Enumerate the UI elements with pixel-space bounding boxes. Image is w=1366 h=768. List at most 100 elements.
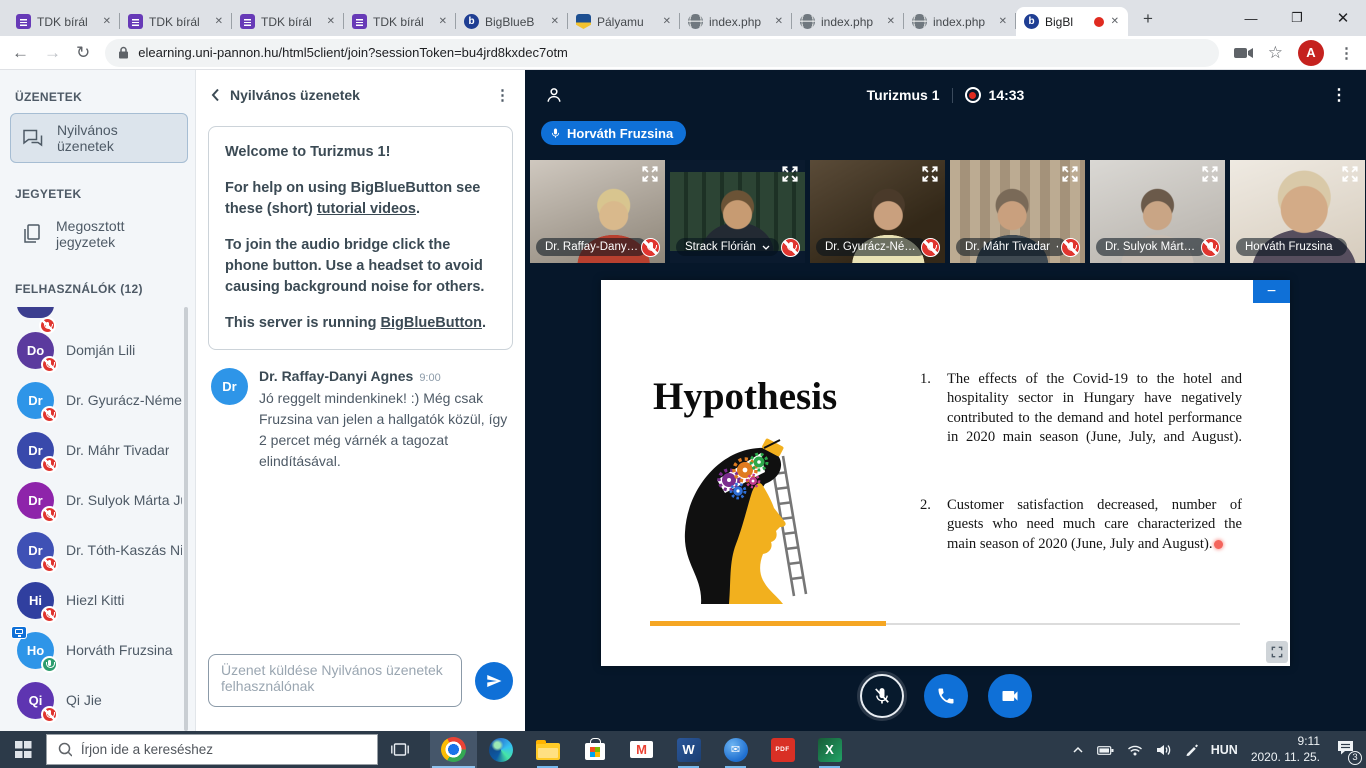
browser-tab[interactable]: index.php ✕: [904, 7, 1016, 36]
user-list-item[interactable]: Dr Dr. Máhr Tivadar: [10, 425, 188, 475]
taskbar-thunderbird-icon[interactable]: [712, 731, 759, 768]
taskbar-pdf-icon[interactable]: [759, 731, 806, 768]
language-indicator[interactable]: HUN: [1211, 743, 1238, 757]
tab-close-icon[interactable]: ✕: [886, 16, 896, 27]
tab-close-icon[interactable]: ✕: [774, 16, 784, 27]
clock[interactable]: 9:11 2020. 11. 25.: [1251, 734, 1320, 765]
pen-icon[interactable]: [1185, 743, 1198, 756]
media-camera-icon[interactable]: [1234, 47, 1253, 59]
video-name-label[interactable]: Dr. Gyurácz-Né…: [816, 238, 927, 256]
browser-tab[interactable]: TDK bírál ✕: [8, 7, 120, 36]
tab-close-icon[interactable]: ✕: [998, 16, 1008, 27]
bookmark-star-icon[interactable]: ☆: [1268, 44, 1283, 61]
browser-menu-icon[interactable]: ⋮: [1339, 44, 1354, 62]
taskbar-chrome-icon[interactable]: [430, 731, 477, 768]
bigbluebutton-link[interactable]: BigBlueButton: [381, 315, 482, 331]
tab-close-icon[interactable]: ✕: [438, 16, 448, 27]
tab-close-icon[interactable]: ✕: [102, 16, 112, 27]
video-fullscreen-icon[interactable]: [1340, 164, 1360, 184]
user-list-item[interactable]: Dr Dr. Tóth-Kaszás Nik…: [10, 525, 188, 575]
user-list-item-partial[interactable]: [17, 307, 188, 325]
presentation-fullscreen-button[interactable]: [1266, 641, 1288, 663]
user-rows: Do Domján Lili Dr: [10, 325, 188, 731]
taskbar-search[interactable]: [46, 734, 378, 765]
taskbar-excel-icon[interactable]: [806, 731, 853, 768]
sidebar-item-shared-notes[interactable]: Megosztott jegyzetek: [10, 210, 188, 258]
public-chat-panel: Nyilvános üzenetek ⋮ Welcome to Turizmus…: [195, 70, 525, 731]
video-fullscreen-icon[interactable]: [640, 164, 660, 184]
taskbar-search-input[interactable]: [81, 742, 366, 757]
task-view-button[interactable]: [378, 731, 422, 768]
send-button[interactable]: [475, 662, 513, 700]
user-list-item[interactable]: Hi Hiezl Kitti: [10, 575, 188, 625]
lock-icon: [118, 46, 129, 59]
tab-title: TDK bírál: [37, 15, 96, 29]
tab-favicon-icon: [352, 14, 367, 29]
video-fullscreen-icon[interactable]: [920, 164, 940, 184]
window-minimize-button[interactable]: —: [1228, 0, 1274, 36]
minimize-presentation-button[interactable]: −: [1253, 280, 1290, 303]
browser-tab[interactable]: BigBlueB ✕: [456, 7, 568, 36]
wifi-icon[interactable]: [1127, 744, 1143, 756]
video-name-label[interactable]: Dr. Raffay-Dany…: [536, 238, 647, 256]
browser-tab[interactable]: TDK bírál ✕: [232, 7, 344, 36]
refresh-icon[interactable]: ↻: [76, 44, 90, 61]
user-avatar-initials: Dr: [28, 543, 42, 558]
tab-close-icon[interactable]: ✕: [214, 16, 224, 27]
omnibox[interactable]: elearning.uni-pannon.hu/html5client/join…: [105, 39, 1219, 67]
window-maximize-button[interactable]: ❐: [1274, 0, 1320, 36]
chat-menu-icon[interactable]: ⋮: [495, 86, 510, 104]
tab-title: BigBlueB: [485, 15, 544, 29]
user-list-item[interactable]: Dr Dr. Gyurácz-Német…: [10, 375, 188, 425]
video-name-label[interactable]: Dr. Sulyok Márt…: [1096, 238, 1207, 256]
tutorial-videos-link[interactable]: tutorial videos: [317, 201, 416, 217]
user-list-item[interactable]: Ho Horváth Fruzsina: [10, 625, 188, 675]
window-close-button[interactable]: ✕: [1320, 0, 1366, 36]
tray-chevron-up-icon[interactable]: [1072, 746, 1084, 754]
video-fullscreen-icon[interactable]: [780, 164, 800, 184]
mute-button[interactable]: [860, 674, 904, 718]
user-list-item[interactable]: Dr Dr. Sulyok Márta Ju…: [10, 475, 188, 525]
back-icon[interactable]: ←: [12, 44, 29, 61]
stage-menu-icon[interactable]: ⋮: [1331, 85, 1347, 105]
browser-tab[interactable]: TDK bírál ✕: [344, 7, 456, 36]
sidebar-item-public-chat[interactable]: Nyilvános üzenetek: [10, 113, 188, 163]
message-input[interactable]: [208, 654, 462, 707]
taskbar-file-explorer-icon[interactable]: [524, 731, 571, 768]
video-name-label[interactable]: Strack Flórián: [676, 238, 779, 256]
video-name-label[interactable]: Dr. Máhr Tivadar: [956, 238, 1067, 256]
start-button[interactable]: [0, 731, 46, 768]
taskbar-word-icon[interactable]: [665, 731, 712, 768]
profile-avatar[interactable]: A: [1298, 40, 1324, 66]
tab-favicon-icon: [688, 14, 703, 29]
forward-icon[interactable]: →: [44, 44, 61, 61]
notification-center-icon[interactable]: 3: [1337, 740, 1354, 760]
volume-icon[interactable]: [1156, 744, 1172, 756]
user-list-item[interactable]: Do Domján Lili: [10, 325, 188, 375]
browser-tab[interactable]: index.php ✕: [680, 7, 792, 36]
battery-icon[interactable]: [1097, 744, 1114, 756]
taskbar-edge-icon[interactable]: [477, 731, 524, 768]
user-list-scrollbar[interactable]: [184, 307, 188, 731]
hangup-phone-button[interactable]: [924, 674, 968, 718]
browser-tab[interactable]: BigBl ✕: [1016, 7, 1128, 36]
tab-close-icon[interactable]: ✕: [662, 16, 672, 27]
talking-indicator-pill[interactable]: Horváth Fruzsina: [541, 121, 686, 145]
tab-close-icon[interactable]: ✕: [550, 16, 560, 27]
tab-strip: TDK bírál ✕ TDK bírál ✕ TDK bírál ✕: [8, 7, 1128, 36]
video-fullscreen-icon[interactable]: [1200, 164, 1220, 184]
video-fullscreen-icon[interactable]: [1060, 164, 1080, 184]
new-tab-button[interactable]: +: [1134, 5, 1162, 33]
tab-close-icon[interactable]: ✕: [326, 16, 336, 27]
browser-tab[interactable]: TDK bírál ✕: [120, 7, 232, 36]
browser-tab[interactable]: index.php ✕: [792, 7, 904, 36]
user-list-item[interactable]: Qi Qi Jie: [10, 675, 188, 725]
video-name-label[interactable]: Horváth Fruzsina: [1236, 238, 1347, 256]
taskbar-store-icon[interactable]: [571, 731, 618, 768]
taskbar-gmail-icon[interactable]: [618, 731, 665, 768]
browser-tab[interactable]: Pályamu ✕: [568, 7, 680, 36]
presentation-slide[interactable]: − Hypothesis: [601, 280, 1290, 666]
webcam-button[interactable]: [988, 674, 1032, 718]
tab-close-icon[interactable]: ✕: [1110, 16, 1120, 27]
chevron-left-icon[interactable]: [211, 88, 220, 102]
